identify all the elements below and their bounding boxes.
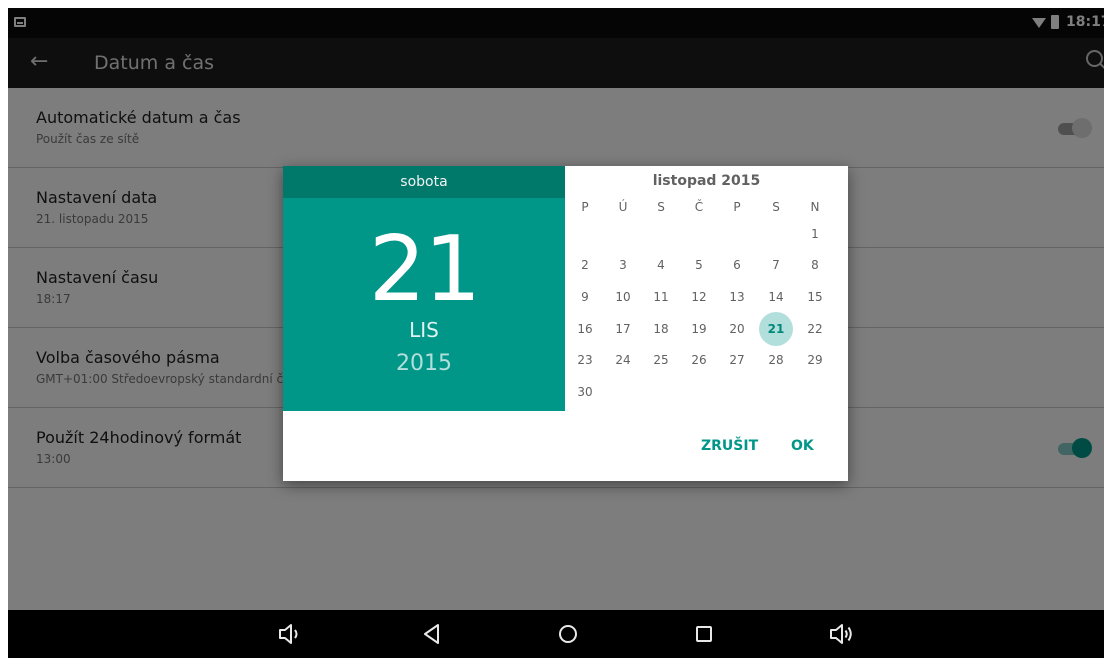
calendar-day[interactable]: 16 (568, 312, 602, 346)
weekday-header: Č (694, 200, 704, 214)
calendar-day[interactable]: 14 (759, 280, 793, 314)
cancel-button[interactable]: ZRUŠIT (701, 438, 758, 454)
volume-up-icon[interactable] (828, 620, 856, 648)
calendar-day[interactable]: 29 (798, 343, 832, 377)
weekday-header: N (810, 200, 820, 214)
calendar-day[interactable]: 12 (682, 280, 716, 314)
ok-button[interactable]: OK (791, 438, 814, 454)
weekday-header: S (772, 200, 780, 214)
weekday-header: Ú (618, 200, 628, 214)
selected-year[interactable]: 2015 (283, 351, 565, 376)
back-icon[interactable] (418, 620, 446, 648)
calendar-day[interactable]: 1 (798, 217, 832, 251)
weekday-header: P (581, 200, 589, 214)
calendar-day[interactable]: 6 (720, 248, 754, 282)
calendar-day[interactable]: 15 (798, 280, 832, 314)
date-picker-dialog: sobota 21 LIS 2015 listopad 2015 PÚSČPSN… (283, 166, 848, 481)
calendar-day-selected[interactable]: 21 (759, 312, 793, 346)
calendar-day[interactable]: 23 (568, 343, 602, 377)
calendar-day[interactable]: 19 (682, 312, 716, 346)
calendar-day[interactable]: 7 (759, 248, 793, 282)
selected-day-number[interactable]: 21 (283, 220, 565, 320)
calendar-day[interactable]: 27 (720, 343, 754, 377)
calendar-day[interactable]: 5 (682, 248, 716, 282)
calendar-day[interactable]: 26 (682, 343, 716, 377)
calendar-day[interactable]: 18 (644, 312, 678, 346)
calendar-day[interactable]: 3 (606, 248, 640, 282)
calendar-day[interactable]: 28 (759, 343, 793, 377)
recents-icon[interactable] (690, 620, 718, 648)
calendar-day[interactable]: 8 (798, 248, 832, 282)
calendar-day[interactable]: 13 (720, 280, 754, 314)
calendar-day[interactable]: 11 (644, 280, 678, 314)
home-icon[interactable] (554, 620, 582, 648)
calendar-day[interactable]: 2 (568, 248, 602, 282)
month-title: listopad 2015 (652, 173, 761, 189)
tablet-screen: 18:17 ← Datum a čas Automatické datum a … (8, 8, 1104, 658)
calendar-day[interactable]: 9 (568, 280, 602, 314)
calendar-day[interactable]: 24 (606, 343, 640, 377)
calendar-day[interactable]: 10 (606, 280, 640, 314)
date-picker-header: sobota 21 LIS 2015 (283, 166, 565, 411)
calendar-month-view: listopad 2015 P Ú S Č P S N 1 2 3 4 5 6 7 8 9 10 11 12 13 14… (565, 166, 848, 411)
day-of-week: sobota (283, 166, 565, 198)
weekday-header: P (733, 200, 741, 214)
selected-month[interactable]: LIS (283, 318, 565, 342)
calendar-day[interactable]: 22 (798, 312, 832, 346)
calendar-day[interactable]: 20 (720, 312, 754, 346)
calendar-day[interactable]: 4 (644, 248, 678, 282)
weekday-header: S (657, 200, 665, 214)
volume-down-icon[interactable] (276, 620, 304, 648)
calendar-day[interactable]: 25 (644, 343, 678, 377)
calendar-day[interactable]: 17 (606, 312, 640, 346)
calendar-day[interactable]: 30 (568, 375, 602, 409)
navigation-bar (8, 610, 1104, 658)
